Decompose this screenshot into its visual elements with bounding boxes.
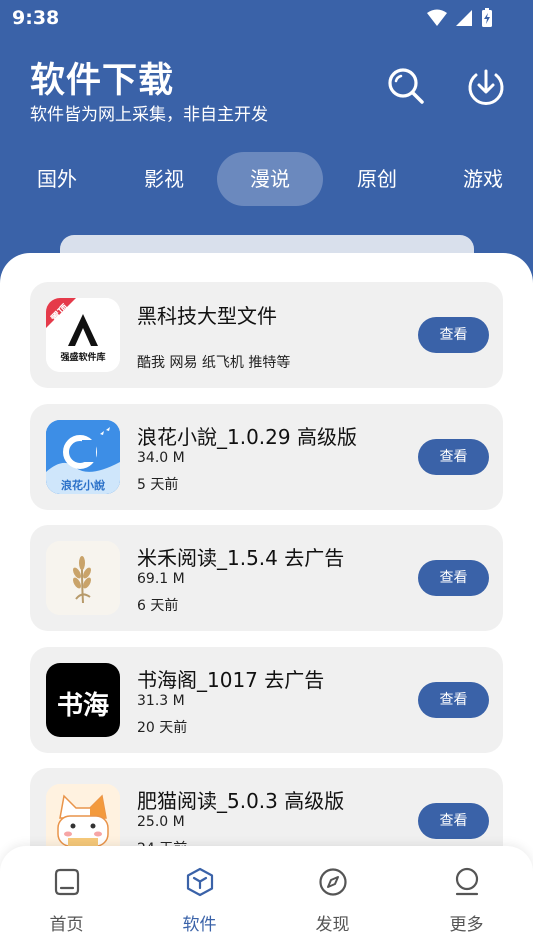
compass-icon (318, 868, 347, 896)
app-size: 69.1 M (137, 571, 185, 587)
app-size: 25.0 M (137, 814, 185, 830)
view-button[interactable]: 查看 (418, 439, 489, 475)
view-button[interactable]: 查看 (418, 803, 489, 839)
wifi-icon (427, 9, 447, 26)
download-button[interactable] (466, 66, 506, 106)
search-icon (388, 68, 424, 104)
app-list: 置顶 强盛软件库 黑科技大型文件 酷我 网易 纸飞机 推特等 查看 浪花小說 浪… (0, 253, 533, 948)
list-item[interactable]: 米禾阅读_1.5.4 去广告 69.1 M 6 天前 查看 (30, 525, 503, 631)
bottom-nav: 首页 软件 发现 更多 (0, 846, 533, 948)
tab-yuanchuang[interactable]: 原创 (324, 152, 430, 206)
status-time: 9:38 (12, 7, 60, 29)
status-bar: 9:38 (0, 0, 533, 36)
app-size: 34.0 M (137, 450, 185, 466)
tab-guowai[interactable]: 国外 (4, 152, 110, 206)
app-name: 书海阁_1017 去广告 (137, 668, 325, 692)
nav-discover[interactable]: 发现 (266, 846, 399, 948)
app-name: 浪花小說_1.0.29 高级版 (137, 425, 357, 449)
list-item[interactable]: 浪花小說 浪花小說_1.0.29 高级版 34.0 M 5 天前 查看 (30, 404, 503, 510)
app-icon: 浪花小說 (46, 420, 120, 494)
page-subtitle: 软件皆为网上采集，非自主开发 (30, 105, 268, 125)
nav-label: 首页 (49, 915, 84, 935)
category-tabs: 国外 影视 漫说 原创 游戏 (0, 152, 533, 206)
nav-label: 更多 (449, 915, 484, 935)
page-title: 软件下载 (30, 61, 175, 101)
battery-icon (482, 8, 492, 27)
nav-label: 软件 (182, 915, 217, 935)
list-item[interactable]: 置顶 强盛软件库 黑科技大型文件 酷我 网易 纸飞机 推特等 查看 (30, 282, 503, 388)
app-icon: 置顶 强盛软件库 (46, 298, 120, 372)
app-date: 5 天前 (137, 477, 179, 493)
tab-yingshi[interactable]: 影视 (111, 152, 217, 206)
nav-home[interactable]: 首页 (0, 846, 133, 948)
nav-label: 发现 (315, 915, 350, 935)
app-icon: 书海 (46, 663, 120, 737)
tab-youxi[interactable]: 游戏 (430, 152, 533, 206)
home-icon (54, 868, 79, 896)
app-date: 6 天前 (137, 598, 179, 614)
app-date: 20 天前 (137, 720, 188, 736)
list-item[interactable]: 书海 书海阁_1017 去广告 31.3 M 20 天前 查看 (30, 647, 503, 753)
view-button[interactable]: 查看 (418, 682, 489, 718)
wheat-logo-icon (46, 541, 120, 615)
icon-caption: 强盛软件库 (60, 353, 106, 363)
app-name: 黑科技大型文件 (137, 304, 277, 328)
view-button[interactable]: 查看 (418, 317, 489, 353)
app-name: 肥猫阅读_5.0.3 高级版 (137, 789, 345, 813)
app-meta: 酷我 网易 纸飞机 推特等 (137, 355, 291, 371)
download-icon (468, 69, 504, 105)
tab-manshuo[interactable]: 漫说 (217, 152, 323, 206)
nav-software[interactable]: 软件 (133, 846, 266, 948)
signal-icon (456, 10, 472, 26)
search-button[interactable] (386, 66, 426, 106)
nav-more[interactable]: 更多 (400, 846, 533, 948)
app-icon (46, 541, 120, 615)
view-button[interactable]: 查看 (418, 560, 489, 596)
user-icon (455, 867, 478, 896)
status-icons (427, 8, 493, 28)
app-size: 31.3 M (137, 693, 185, 709)
cube-icon (186, 867, 213, 897)
icon-caption: 书海 (56, 691, 109, 721)
app-name: 米禾阅读_1.5.4 去广告 (137, 546, 345, 570)
icon-caption: 浪花小說 (61, 479, 105, 492)
